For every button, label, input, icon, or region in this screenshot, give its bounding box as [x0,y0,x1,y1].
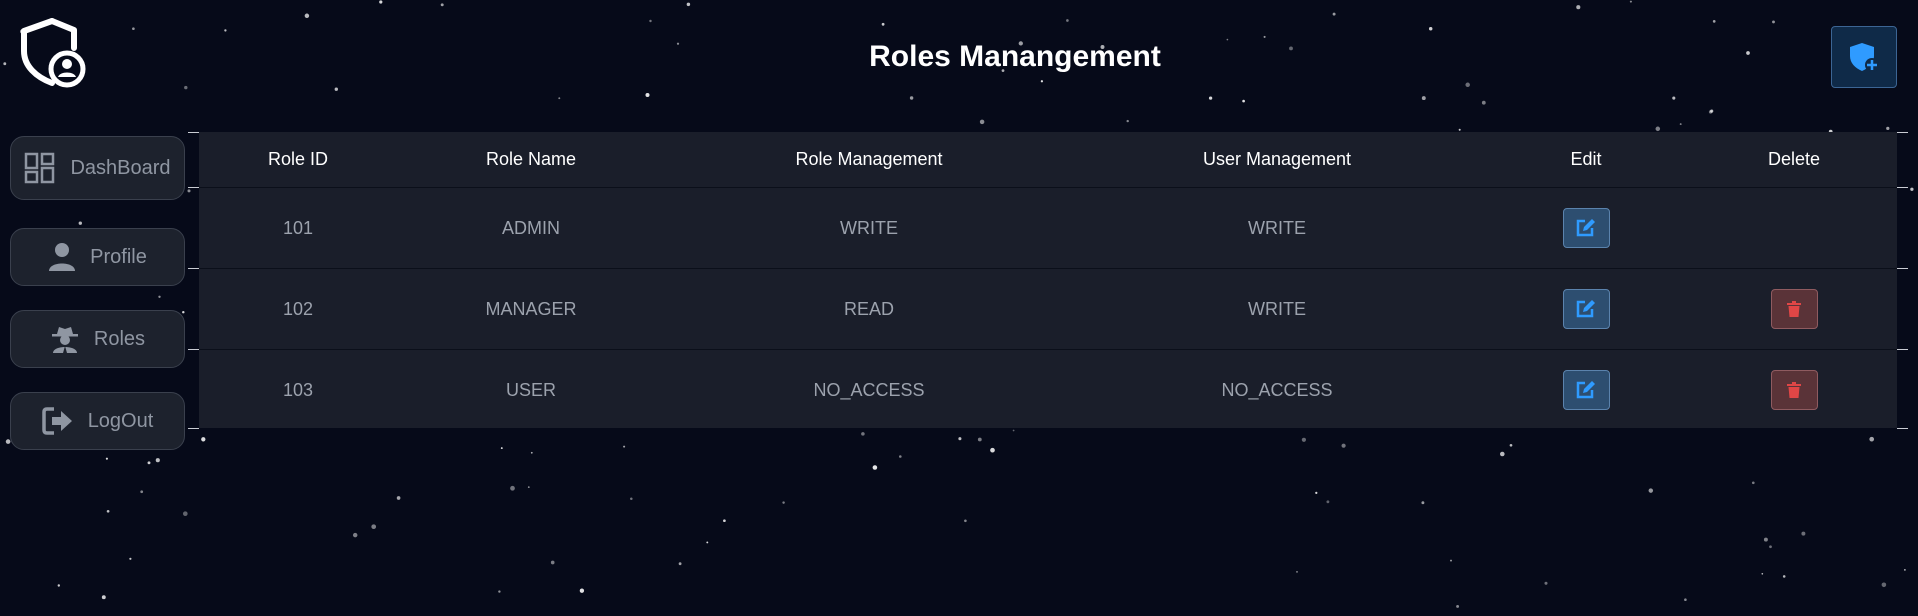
sidebar-item-label: LogOut [87,409,154,432]
role-id-cell: 102 [282,298,314,319]
table-edge-mark [1897,349,1908,350]
column-header-user-management: User Management [1202,149,1352,169]
shield-plus-icon [1850,43,1879,72]
role-name-cell: USER [505,379,556,400]
table-edge-mark [188,187,199,188]
logout-icon [41,407,72,435]
table-edge-mark [1897,132,1908,133]
role-management-cell: NO_ACCESS [813,379,925,400]
edit-cell [1481,188,1691,268]
column-header-delete: Delete [1767,149,1821,169]
sidebar-item-label: DashBoard [70,156,171,179]
incognito-icon [51,327,78,353]
role-name-cell: ADMIN [502,217,560,238]
dashboard-icon [25,152,55,184]
sidebar-item-profile[interactable]: Profile [10,228,185,286]
role-id-cell: 101 [282,217,314,238]
table-edge-mark [188,349,199,350]
user-management-cell: NO_ACCESS [1221,379,1333,400]
delete-cell [1691,269,1897,349]
role-management-cell: WRITE [840,217,898,238]
column-header-edit: Edit [1570,149,1602,169]
trash-icon [1787,382,1801,398]
sidebar-item-roles[interactable]: Roles [10,310,185,368]
table-edge-mark [188,132,199,133]
delete-button[interactable] [1770,370,1818,410]
table-edge-mark [1897,428,1908,429]
table-row: 102 MANAGER READ WRITE [199,268,1897,349]
table-edge-mark [188,428,199,429]
trash-icon [1787,301,1801,317]
delete-button[interactable] [1770,289,1818,329]
user-management-cell: WRITE [1248,217,1306,238]
edit-cell [1481,269,1691,349]
column-header-role-id: Role ID [267,149,329,169]
edit-icon [1576,300,1595,318]
edit-icon [1576,219,1595,237]
delete-cell [1691,350,1897,430]
user-management-cell: WRITE [1248,298,1306,319]
page-title: Roles Manangement [869,40,1161,73]
edit-icon [1576,381,1595,399]
table-edge-mark [1897,268,1908,269]
user-icon [49,243,76,271]
edit-cell [1481,350,1691,430]
table-row: 101 ADMIN WRITE WRITE [199,187,1897,268]
sidebar-item-dashboard[interactable]: DashBoard [10,136,185,200]
table-edge-mark [1897,187,1908,188]
table-header: Role ID Role Name Role Management User M… [199,132,1897,187]
table-row: 103 USER NO_ACCESS NO_ACCESS [199,349,1897,430]
edit-button[interactable] [1562,208,1610,248]
role-name-cell: MANAGER [485,298,577,319]
sidebar-item-logout[interactable]: LogOut [10,392,185,450]
edit-button[interactable] [1562,289,1610,329]
table-edge-mark [188,268,199,269]
column-header-role-name: Role Name [485,149,577,169]
roles-table: Role ID Role Name Role Management User M… [188,132,1908,430]
column-header-role-management: Role Management [795,149,943,169]
sidebar-item-label: Profile [90,245,147,268]
role-management-cell: READ [843,298,894,319]
delete-cell [1691,188,1897,268]
role-id-cell: 103 [282,379,314,400]
sidebar-item-label: Roles [93,327,146,350]
edit-button[interactable] [1562,370,1610,410]
add-role-button[interactable] [1831,26,1897,88]
